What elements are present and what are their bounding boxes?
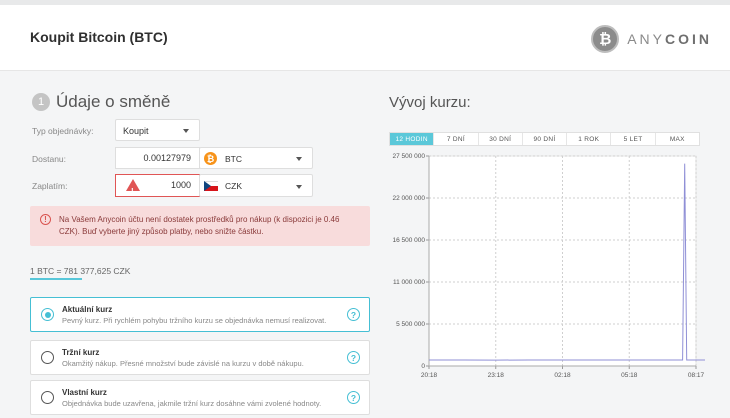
option-market-rate[interactable]: Tržní kurz Okamžitý nákup. Přesné množst… xyxy=(30,340,370,375)
x-tick-label: 05:18 xyxy=(621,372,638,379)
tab-7-days[interactable]: 7 DNÍ xyxy=(434,133,479,145)
tab-max[interactable]: MAX xyxy=(656,133,699,145)
help-icon[interactable]: ? xyxy=(347,308,360,321)
pay-currency: CZK xyxy=(225,181,242,191)
option-title: Tržní kurz xyxy=(62,348,100,357)
chart-title: Vývoj kurzu: xyxy=(389,94,471,111)
option-description: Okamžitý nákup. Přesné množství bude záv… xyxy=(62,359,304,368)
order-type-label: Typ objednávky: xyxy=(32,126,94,136)
bitcoin-logo-icon: ₿ xyxy=(591,25,620,53)
x-tick-label: 02:18 xyxy=(554,372,571,379)
section-heading: 1 Údaje o směně xyxy=(32,92,170,112)
insufficient-funds-alert: ! Na Vašem Anycoin účtu není dostatek pr… xyxy=(30,206,370,246)
y-tick-label: 0 xyxy=(421,363,425,370)
tab-90-days[interactable]: 90 DNÍ xyxy=(523,133,568,145)
y-tick-label: 5 500 000 xyxy=(396,321,425,328)
czech-flag-icon xyxy=(204,181,218,191)
price-chart-svg: 27 500 000 22 000 000 16 500 000 11 000 000… xyxy=(392,153,730,379)
pay-amount: 1000 xyxy=(170,180,191,190)
chevron-down-icon xyxy=(183,129,189,133)
receive-currency: BTC xyxy=(225,154,242,164)
section-title: Údaje o směně xyxy=(56,92,171,111)
logo-text-b: COIN xyxy=(665,31,712,47)
x-tick-label: 08:17 xyxy=(688,372,705,379)
exchange-rate: 1 BTC = 781 377,625 CZK xyxy=(30,266,131,276)
y-tick-label: 16 500 000 xyxy=(392,237,425,244)
option-custom-rate[interactable]: Vlastní kurz Objednávka bude uzavřena, j… xyxy=(30,380,370,415)
option-title: Aktuální kurz xyxy=(62,305,113,314)
logo-text-a: ANY xyxy=(627,31,665,47)
chevron-down-icon xyxy=(296,184,302,189)
receive-label: Dostanu: xyxy=(32,154,67,164)
tab-30-days[interactable]: 30 DNÍ xyxy=(479,133,523,145)
receive-currency-select[interactable]: ₿ BTC xyxy=(199,147,313,169)
receive-amount-input[interactable]: 0.00127979 xyxy=(115,147,200,169)
option-description: Pevný kurz. Při rychlém pohybu tržního k… xyxy=(62,316,327,325)
pay-amount-input[interactable]: ! 1000 xyxy=(115,174,200,197)
rate-underline xyxy=(30,278,82,280)
step-number: 1 xyxy=(32,93,50,111)
y-tick-label: 22 000 000 xyxy=(392,195,425,202)
page-header: Koupit Bitcoin (BTC) ₿ ANYCOIN xyxy=(0,5,730,71)
radio-current-rate[interactable] xyxy=(41,308,54,321)
y-tick-label: 11 000 000 xyxy=(393,279,425,286)
help-icon[interactable]: ? xyxy=(347,351,360,364)
tab-1-year[interactable]: 1 ROK xyxy=(567,133,612,145)
radio-custom-rate[interactable] xyxy=(41,391,54,404)
bitcoin-icon: ₿ xyxy=(204,152,217,165)
price-chart: 27 500 000 22 000 000 16 500 000 11 000 000… xyxy=(383,148,730,380)
option-current-rate[interactable]: Aktuální kurz Pevný kurz. Při rychlém po… xyxy=(30,297,370,332)
page-title: Koupit Bitcoin (BTC) xyxy=(30,29,168,45)
help-icon[interactable]: ? xyxy=(347,391,360,404)
pay-label: Zaplatím: xyxy=(32,181,68,191)
radio-selected-dot xyxy=(44,311,51,318)
option-description: Objednávka bude uzavřena, jakmile tržní … xyxy=(62,399,322,408)
pay-currency-select[interactable]: CZK xyxy=(199,174,313,197)
logo-wordmark: ANYCOIN xyxy=(627,31,712,47)
x-tick-label: 23:18 xyxy=(488,372,505,379)
order-type-select[interactable]: Koupit xyxy=(115,119,200,141)
tab-5-years[interactable]: 5 LET xyxy=(611,133,656,145)
x-tick-label: 20:18 xyxy=(421,372,438,379)
tab-12-hours[interactable]: 12 HODIN xyxy=(390,133,435,145)
order-type-value: Koupit xyxy=(123,126,149,136)
option-title: Vlastní kurz xyxy=(62,388,107,397)
warning-icon: ! xyxy=(126,179,140,196)
chevron-down-icon xyxy=(296,157,302,161)
anycoin-logo[interactable]: ₿ ANYCOIN xyxy=(591,25,712,53)
alert-text: Na Vašem Anycoin účtu není dostatek pros… xyxy=(59,215,340,236)
chart-range-tabs: 12 HODIN 7 DNÍ 30 DNÍ 90 DNÍ 1 ROK 5 LET… xyxy=(389,132,700,146)
alert-icon: ! xyxy=(40,214,51,225)
y-tick-label: 27 500 000 xyxy=(392,153,425,160)
radio-market-rate[interactable] xyxy=(41,351,54,364)
